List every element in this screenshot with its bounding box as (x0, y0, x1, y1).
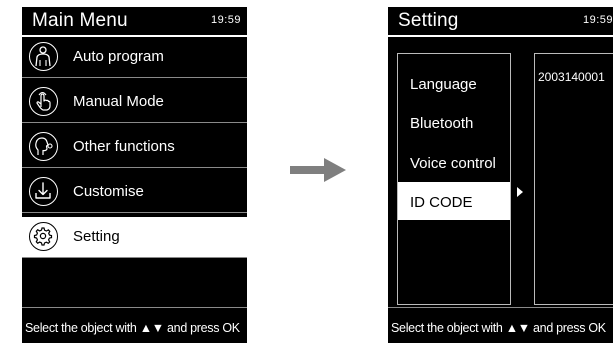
footer-hint: Select the object with ▲▼ and press OK (388, 307, 613, 343)
menu-item-label: Customise (73, 183, 144, 200)
setting-item-language[interactable]: Language (398, 64, 510, 102)
id-code-value: 2003140001 (538, 70, 605, 84)
clock: 19:59 (582, 14, 613, 26)
setting-item-label: Voice control (410, 155, 496, 172)
footer-text: Select the object with ▲▼ and press OK (25, 321, 240, 335)
menu-item-auto-program[interactable]: Auto program (22, 37, 247, 78)
menu-item-label: Setting (73, 228, 120, 245)
id-code-value-panel: 2003140001 (534, 53, 613, 305)
menu-item-setting[interactable]: Setting (22, 217, 247, 258)
download-tray-icon (29, 177, 58, 206)
menu-empty-slot (22, 262, 247, 303)
head-profile-icon (29, 132, 58, 161)
setting-item-label: Language (410, 76, 477, 93)
menu-item-manual-mode[interactable]: Manual Mode (22, 82, 247, 123)
menu-item-label: Manual Mode (73, 93, 164, 110)
page-title: Setting (398, 10, 459, 31)
setting-item-label: ID CODE (410, 194, 473, 211)
hand-pointer-icon (29, 87, 58, 116)
footer-hint: Select the object with ▲▼ and press OK (22, 307, 247, 343)
footer-text: Select the object with ▲▼ and press OK (391, 321, 606, 335)
setting-item-label: Bluetooth (410, 115, 474, 132)
clock: 19:59 (210, 14, 241, 26)
setting-screen: Setting 19:59 Language Bluetooth Voice c… (388, 7, 613, 343)
menu-item-customise[interactable]: Customise (22, 172, 247, 213)
setting-item-voice-control[interactable]: Voice control (398, 143, 510, 181)
menu-item-label: Other functions (73, 138, 175, 155)
selection-pointer-icon (517, 187, 523, 197)
menu-item-label: Auto program (73, 48, 164, 65)
gear-icon (29, 222, 58, 251)
settings-list: Language Bluetooth Voice control ID CODE (397, 53, 511, 305)
main-menu-screen: Main Menu 19:59 Auto program Manual Mode (22, 7, 247, 343)
header-divider (388, 35, 613, 37)
setting-item-bluetooth[interactable]: Bluetooth (398, 103, 510, 141)
body-figure-icon (29, 42, 58, 71)
setting-item-id-code[interactable]: ID CODE (398, 182, 510, 220)
flow-arrow-icon (290, 158, 346, 182)
menu-item-other-functions[interactable]: Other functions (22, 127, 247, 168)
page-title: Main Menu (32, 10, 128, 31)
